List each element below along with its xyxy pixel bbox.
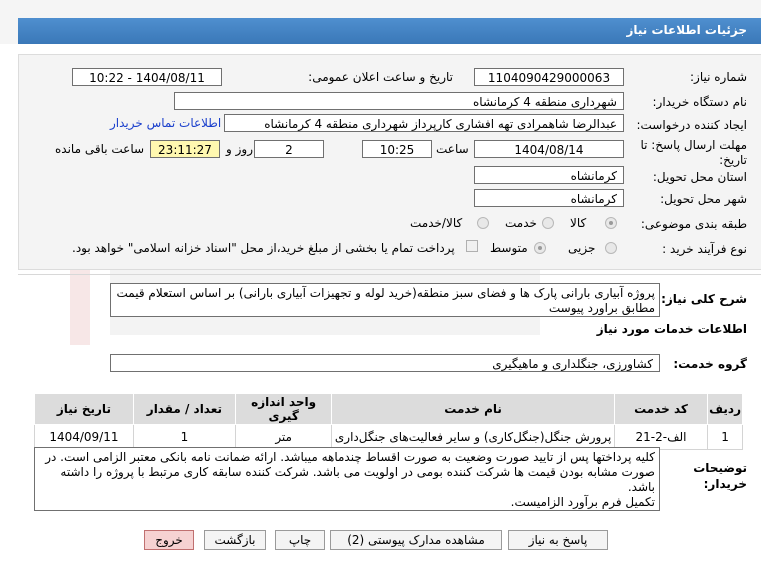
category-radio-goods-service[interactable] xyxy=(477,217,489,229)
purchase-option-minor: جزیی xyxy=(568,241,596,255)
print-button[interactable]: چاپ xyxy=(275,530,325,550)
city-field: کرمانشاه xyxy=(474,189,624,207)
notes-line: باشد. xyxy=(627,480,655,494)
section-divider xyxy=(18,274,761,275)
table-row: 1 الف-2-21 پرورش جنگل(جنگل‌کاری) و سایر … xyxy=(34,424,743,450)
buyer-notes-box: کلیه پرداختها پس از تایید صورت وضعیت به … xyxy=(34,447,660,511)
col-qty: تعداد / مقدار xyxy=(132,393,236,425)
view-attachments-button[interactable]: مشاهده مدارک پیوستی (2) xyxy=(330,530,502,550)
service-group-field: کشاورزی، جنگلداری و ماهیگیری xyxy=(110,354,660,372)
purchase-option-medium: متوسط xyxy=(490,241,528,255)
province-label: استان محل تحویل: xyxy=(652,170,747,184)
payment-note: پرداخت تمام یا بخشی از مبلغ خرید،از محل … xyxy=(72,241,455,255)
col-code: کد خدمت xyxy=(613,393,709,425)
buyer-notes-label: توضیحات خریدار: xyxy=(693,461,747,491)
col-row: ردیف xyxy=(707,393,743,425)
services-table: ردیف کد خدمت نام خدمت واحد اندازه گیری ت… xyxy=(34,393,743,450)
summary-text: پروژه آبیاری بارانی پارک ها و فضای سبز م… xyxy=(110,283,660,317)
summary-label: شرح کلی نیاز: xyxy=(661,292,747,306)
treasury-checkbox[interactable] xyxy=(466,240,478,252)
buyer-org-label: نام دستگاه خریدار: xyxy=(652,95,748,109)
creator-field: عبدالرضا شاهمرادی تهه افشاری کارپرداز شه… xyxy=(224,114,624,132)
table-header-row: ردیف کد خدمت نام خدمت واحد اندازه گیری ت… xyxy=(34,393,743,425)
page-title: جزئیات اطلاعات نیاز xyxy=(626,23,747,37)
reply-button[interactable]: پاسخ به نیاز xyxy=(508,530,608,550)
notes-line: کلیه پرداختها پس از تایید صورت وضعیت به … xyxy=(45,450,655,464)
announce-field: 1404/08/11 - 10:22 xyxy=(72,68,222,86)
category-label: طبقه بندی موضوعی: xyxy=(640,217,747,231)
title-bar: جزئیات اطلاعات نیاز xyxy=(0,0,761,44)
back-button[interactable]: بازگشت xyxy=(204,530,266,550)
province-field: کرمانشاه xyxy=(474,166,624,184)
city-label: شهر محل تحویل: xyxy=(660,192,747,206)
cell-name: پرورش جنگل(جنگل‌کاری) و سایر فعالیت‌های … xyxy=(331,424,615,450)
need-number-label: شماره نیاز: xyxy=(690,70,747,84)
services-heading: اطلاعات خدمات مورد نیاز xyxy=(596,322,747,336)
category-option-goods: کالا xyxy=(570,216,587,230)
days-label: روز و xyxy=(226,142,253,156)
col-name: نام خدمت xyxy=(331,393,615,425)
remaining-label: ساعت باقی مانده xyxy=(55,142,145,156)
purchase-type-label: نوع فرآیند خرید : xyxy=(662,242,747,256)
notes-line: صورت مشابه بودن قیمت ها شرکت کننده بومی … xyxy=(60,465,655,479)
cell-date: 1404/09/11 xyxy=(34,424,134,450)
category-radio-goods[interactable] xyxy=(605,217,617,229)
title-strip: جزئیات اطلاعات نیاز xyxy=(18,18,761,44)
cell-code: الف-2-21 xyxy=(613,424,709,450)
cell-row: 1 xyxy=(707,424,743,450)
deadline-date-field: 1404/08/14 xyxy=(474,140,624,158)
exit-button[interactable]: خروج xyxy=(144,530,194,550)
creator-label: ایجاد کننده درخواست: xyxy=(636,118,747,132)
announce-label: تاریخ و ساعت اعلان عمومی: xyxy=(308,70,453,84)
deadline-time-field: 10:25 xyxy=(362,140,432,158)
category-radio-service[interactable] xyxy=(542,217,554,229)
days-field: 2 xyxy=(254,140,324,158)
cell-qty: 1 xyxy=(132,424,236,450)
purchase-radio-minor[interactable] xyxy=(605,242,617,254)
contact-buyer-link[interactable]: اطلاعات تماس خریدار xyxy=(110,116,221,130)
purchase-radio-medium[interactable] xyxy=(534,242,546,254)
category-option-goods-service: کالا/خدمت xyxy=(410,216,463,230)
notes-line: تکمیل فرم برآورد الزامیست. xyxy=(510,495,655,509)
deadline-label: مهلت ارسال پاسخ: تا تاریخ: xyxy=(640,138,747,167)
buyer-org-field: شهرداری منطقه 4 کرمانشاه xyxy=(174,92,624,110)
need-number-field: 1104090429000063 xyxy=(474,68,624,86)
category-option-service: خدمت xyxy=(505,216,537,230)
deadline-time-label: ساعت xyxy=(436,142,469,156)
col-unit: واحد اندازه گیری xyxy=(234,393,333,425)
remaining-time-field: 23:11:27 xyxy=(150,140,220,158)
cell-unit: متر xyxy=(234,424,333,450)
service-group-label: گروه خدمت: xyxy=(673,357,747,371)
col-date: تاریخ نیاز xyxy=(34,393,134,425)
